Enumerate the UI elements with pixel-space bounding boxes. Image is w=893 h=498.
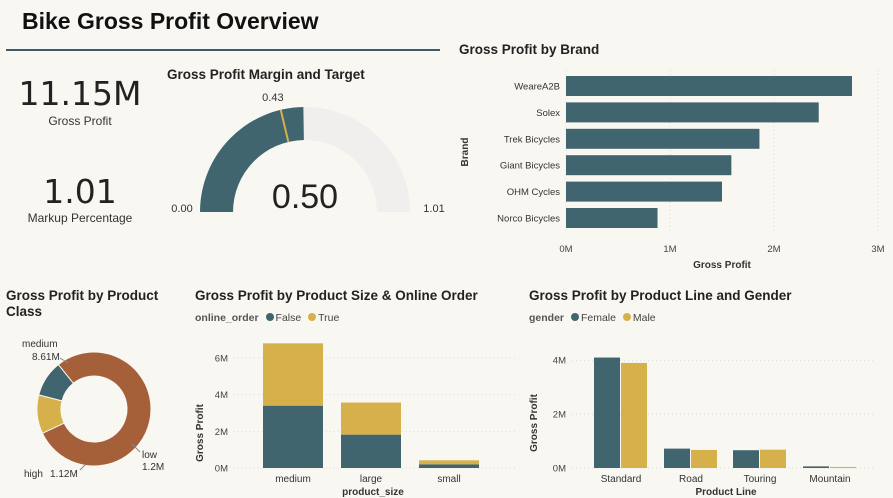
brand-x-tick-label: 2M <box>767 244 780 255</box>
line-bar-male <box>760 449 786 468</box>
brand-x-axis-title: Gross Profit <box>693 260 751 271</box>
line-chart-title: Gross Profit by Product Line and Gender <box>529 288 792 303</box>
gauge-target-label: 0.43 <box>262 92 283 104</box>
line-category-label: Mountain <box>809 474 850 485</box>
line-legend-female: Female <box>580 312 616 324</box>
line-legend: gender Female Male <box>529 312 656 324</box>
gauge-min-label: 0.00 <box>171 203 192 215</box>
brand-x-tick-label: 1M <box>663 244 676 255</box>
donut-label-low-value: 1.2M <box>142 462 164 473</box>
line-category-label: Standard <box>601 474 642 485</box>
line-grouped-bar-chart: Gross Profit Product Line 0M 2M 4M Standard… <box>529 356 874 498</box>
line-bar-male <box>830 466 856 468</box>
size-y-tick-label: 4M <box>215 390 228 401</box>
line-y-tick-label: 0M <box>553 464 566 475</box>
line-legend-title: gender <box>529 312 565 324</box>
line-legend-male: Male <box>632 312 656 324</box>
brand-bar <box>566 181 722 202</box>
donut-label-medium-value: 8.61M <box>32 352 60 363</box>
line-category-label: Touring <box>744 474 777 485</box>
brand-bar <box>566 102 819 123</box>
brand-category-label: Solex <box>536 108 560 119</box>
line-y-tick-label: 2M <box>553 410 566 421</box>
size-bar-false <box>419 464 479 468</box>
line-x-axis-title: Product Line <box>695 487 757 498</box>
brand-category-label: OHM Cycles <box>507 187 561 198</box>
size-bar-true <box>263 343 323 406</box>
brand-bar-chart: Brand Gross Profit 0M 1M 2M 3M WeareA2B Solex… <box>460 70 885 271</box>
size-y-tick-label: 2M <box>215 427 228 438</box>
legend-dot-true <box>308 313 317 321</box>
gross-profit-value: 11.15M <box>18 74 142 113</box>
line-bar-female <box>664 448 690 468</box>
donut-label-high-value: 1.12M <box>50 469 78 480</box>
donut-label-medium-name: medium <box>22 339 58 350</box>
page-title: Bike Gross Profit Overview <box>22 8 319 34</box>
donut-label-high-name: high <box>24 469 43 480</box>
line-bar-male <box>621 362 647 468</box>
size-chart-title: Gross Profit by Product Size & Online Or… <box>195 288 478 303</box>
markup-value: 1.01 <box>43 172 117 211</box>
size-category-label: medium <box>275 474 311 485</box>
size-bar-false <box>263 405 323 468</box>
line-y-tick-label: 4M <box>553 356 566 367</box>
brand-chart-title: Gross Profit by Brand <box>459 42 600 57</box>
brand-category-label: Norco Bicycles <box>497 214 560 225</box>
title-divider <box>6 49 440 51</box>
line-category-label: Road <box>679 474 703 485</box>
line-bar-female <box>594 357 620 468</box>
brand-category-label: WeareA2B <box>514 82 560 93</box>
size-category-label: large <box>360 474 383 485</box>
size-legend-title: online_order <box>195 312 259 324</box>
brand-bar <box>566 76 852 96</box>
line-bar-male <box>691 449 717 468</box>
size-stacked-bar-chart: Gross Profit product_size 0M 2M 4M 6M medium… <box>195 343 515 498</box>
size-y-axis-title: Gross Profit <box>195 403 206 461</box>
size-x-axis-title: product_size <box>342 487 404 498</box>
size-legend-false: False <box>275 312 302 324</box>
line-bar-female <box>733 450 759 468</box>
brand-bar <box>566 128 760 149</box>
size-y-tick-label: 6M <box>215 354 228 365</box>
brand-bar <box>566 208 658 228</box>
class-donut-chart: medium 8.61M low1.2M high 1.12M <box>22 339 164 480</box>
line-y-axis-title: Gross Profit <box>529 393 540 451</box>
gauge-chart: 0.50 0.00 1.01 0.43 <box>171 92 444 216</box>
gauge-value-label: 0.50 <box>272 178 338 216</box>
gauge-max-label: 1.01 <box>423 203 444 215</box>
gross-profit-label: Gross Profit <box>48 114 112 128</box>
brand-category-label: Trek Bicycles <box>504 134 560 145</box>
legend-dot-female <box>570 313 579 321</box>
size-category-label: small <box>437 474 460 485</box>
brand-x-tick-label: 3M <box>871 244 884 255</box>
size-bar-true <box>341 402 401 435</box>
size-legend: online_order False True <box>195 312 339 324</box>
legend-dot-male <box>622 313 631 321</box>
gauge-title: Gross Profit Margin and Target <box>167 67 365 82</box>
markup-label: Markup Percentage <box>27 211 133 225</box>
size-bar-true <box>419 460 479 465</box>
size-bar-false <box>341 434 401 468</box>
donut-label-low-name: low <box>142 450 158 461</box>
class-chart-title: Gross Profit by Product Class <box>6 288 159 319</box>
line-bar-female <box>803 466 829 468</box>
legend-dot-false <box>265 313 274 321</box>
size-y-tick-label: 0M <box>215 464 228 475</box>
brand-x-tick-label: 0M <box>559 244 572 255</box>
size-legend-true: True <box>318 312 340 324</box>
brand-axis-title: Brand <box>460 138 471 167</box>
brand-bar <box>566 155 732 176</box>
brand-category-label: Giant Bicycles <box>500 161 560 172</box>
